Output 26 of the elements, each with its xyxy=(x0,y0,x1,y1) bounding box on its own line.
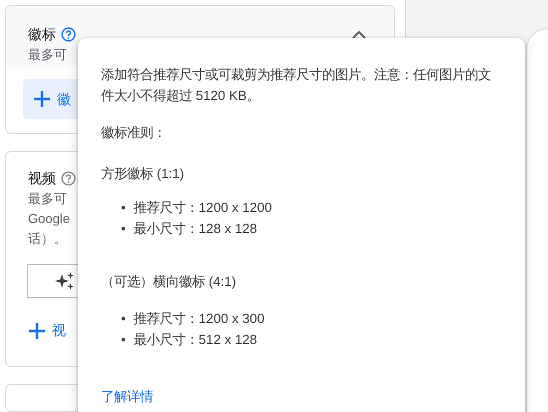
bullet: • xyxy=(121,220,126,238)
guidelines-heading: 徽标准则： xyxy=(101,124,167,142)
bullet: • xyxy=(121,199,126,217)
section-heading: （可选）横向徽标 (4:1) xyxy=(101,273,238,291)
card-description: 最多可 xyxy=(28,190,67,208)
plus-icon xyxy=(28,322,46,340)
bullet: • xyxy=(121,310,126,328)
section-heading: 方形徽标 (1:1) xyxy=(101,165,186,183)
list-item: 最小尺寸：512 x 128 xyxy=(134,331,258,349)
bullet: • xyxy=(121,331,126,349)
card-description: Google xyxy=(28,210,70,228)
list-item: 最小尺寸：128 x 128 xyxy=(134,220,258,238)
help-icon[interactable] xyxy=(61,27,76,42)
help-icon[interactable] xyxy=(61,171,76,186)
chevron-up-icon[interactable] xyxy=(352,30,366,39)
list-item: 推荐尺寸：1200 x 1200 xyxy=(134,199,272,217)
add-video-button[interactable]: 视 xyxy=(28,320,66,342)
learn-more-link[interactable]: 了解详情 xyxy=(101,389,153,404)
list-item: 推荐尺寸：1200 x 300 xyxy=(134,310,264,328)
sparkle-icon xyxy=(54,271,74,292)
tooltip-intro: 添加符合推荐尺寸或可裁剪为推荐尺寸的图片。注意：任何图片的文件大小不得超过 5120 KB。 xyxy=(101,66,492,105)
plus-icon xyxy=(33,90,51,108)
card-title: 视频 xyxy=(28,169,56,188)
card-description: 话）。 xyxy=(28,230,67,248)
card-description: 最多可 xyxy=(28,46,68,64)
card-title: 徽标 xyxy=(28,25,56,44)
